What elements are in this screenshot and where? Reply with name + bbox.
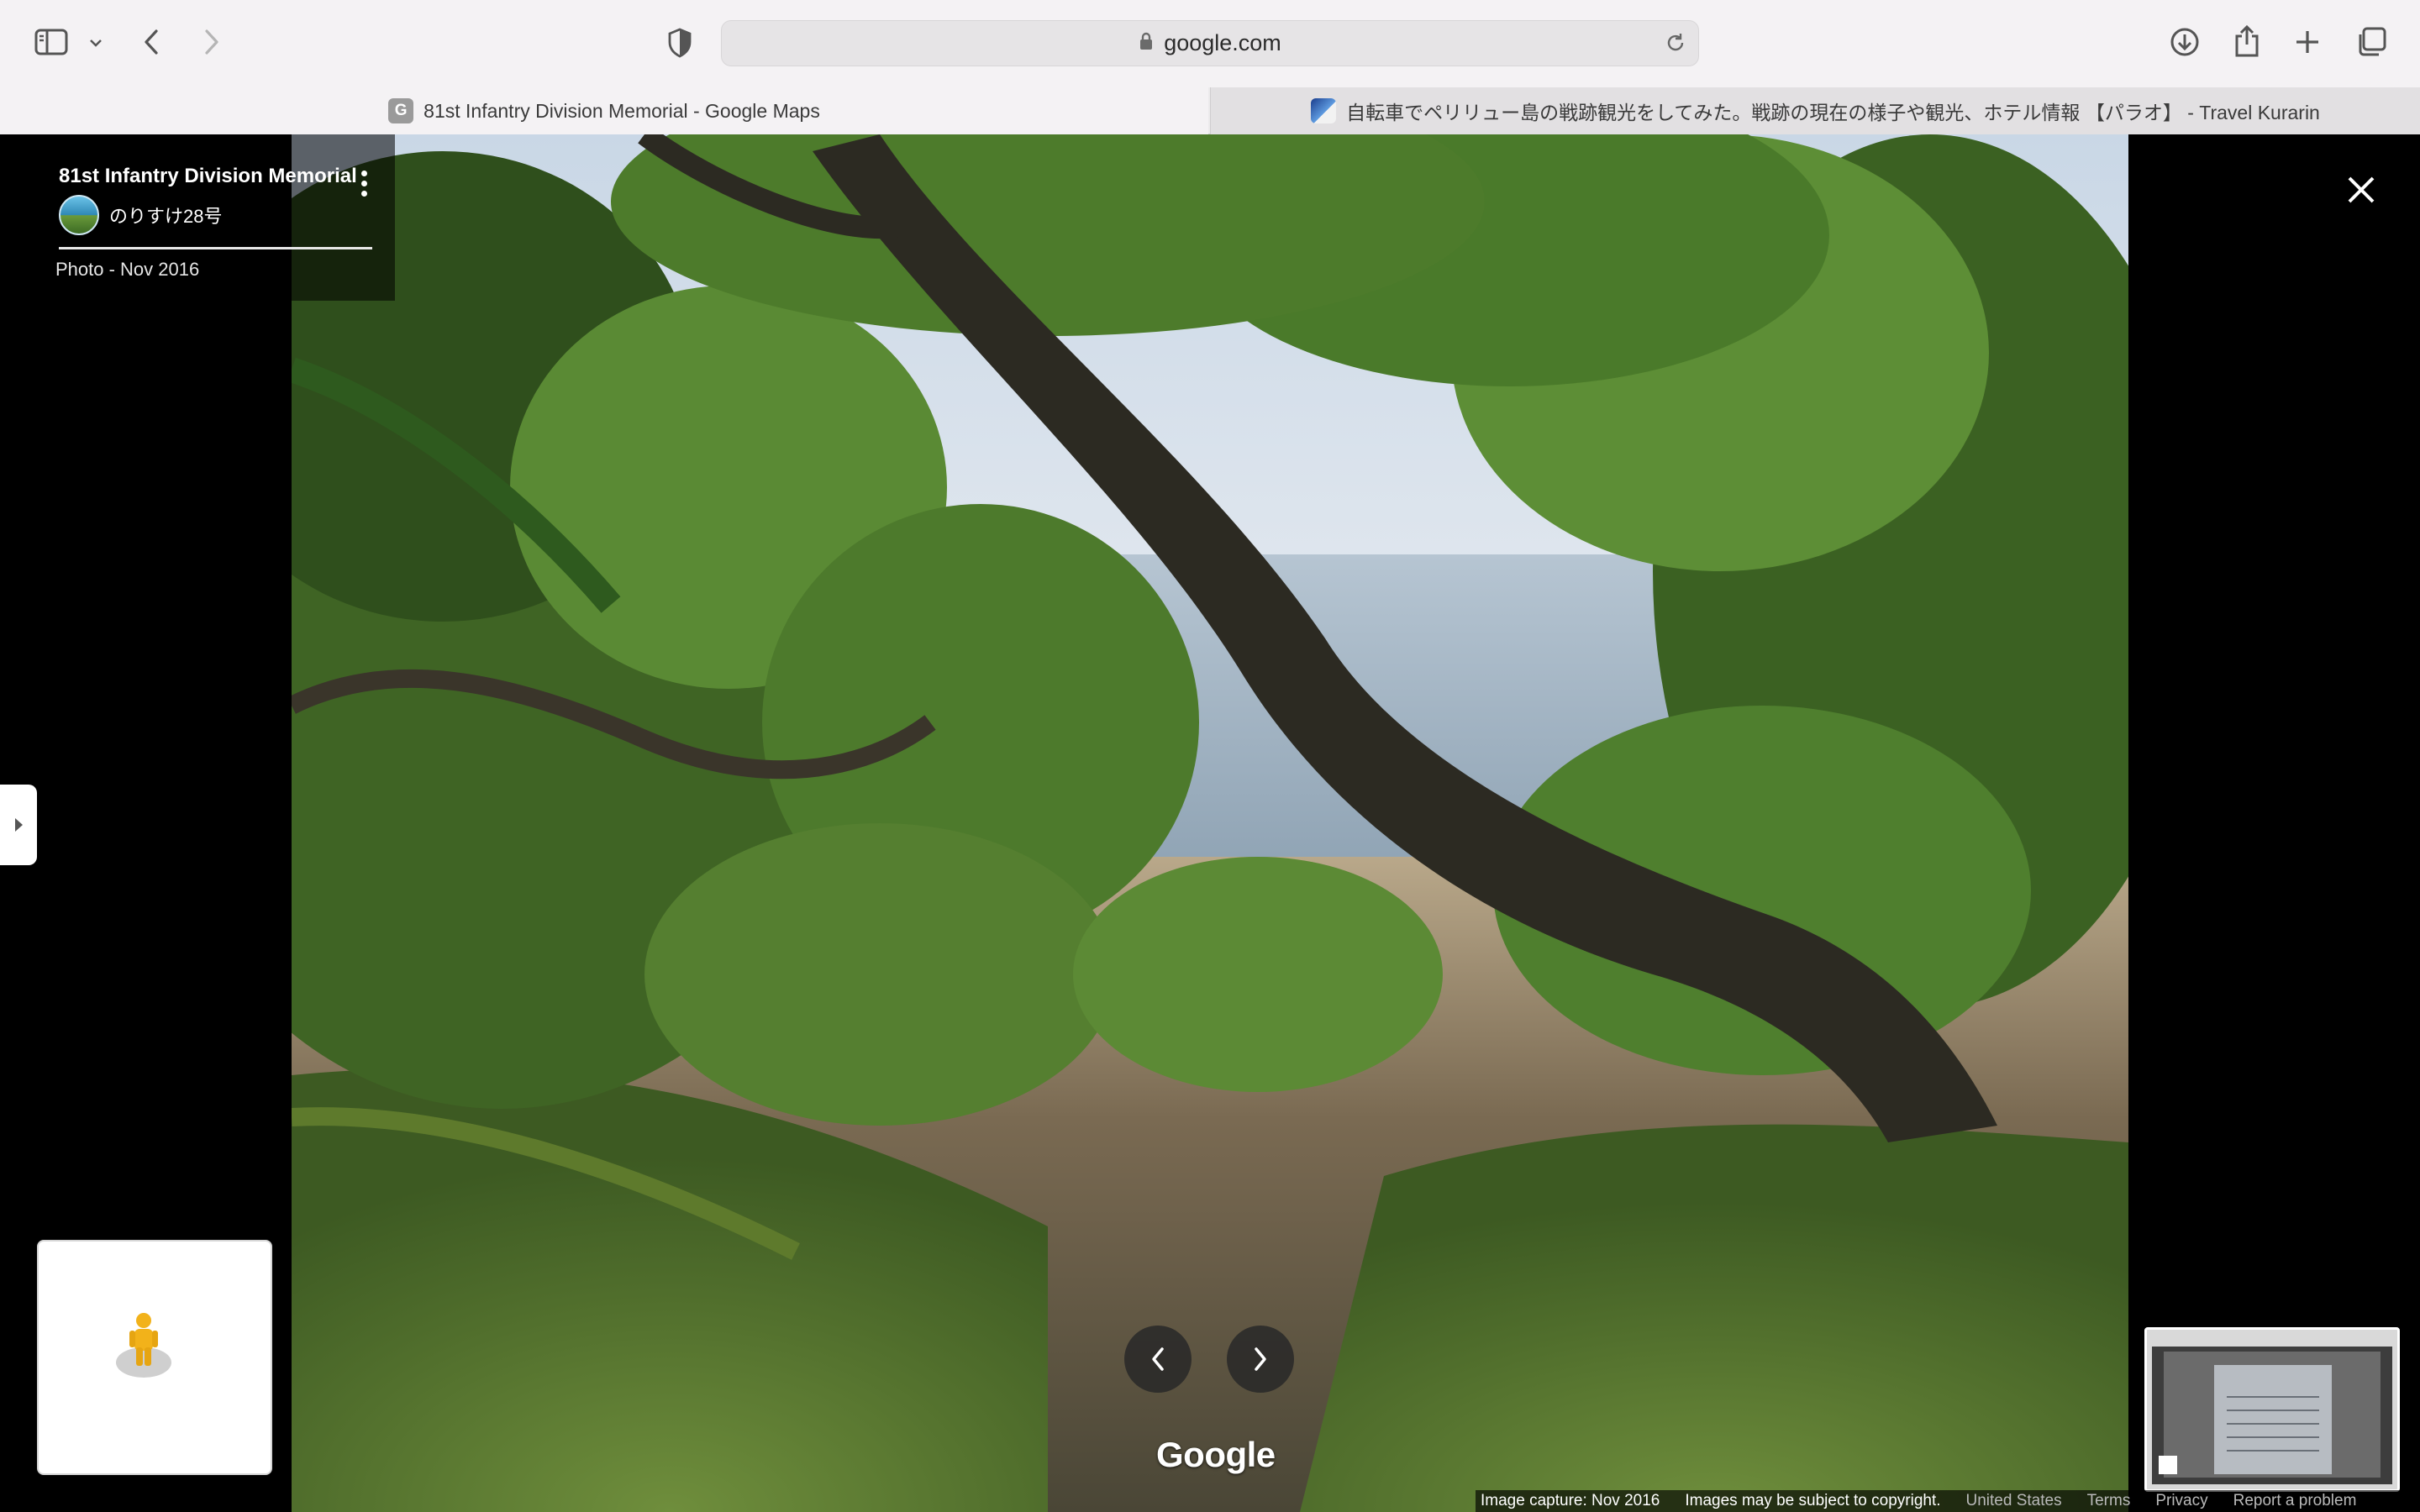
report-problem-link[interactable]: Report a problem [2233,1492,2357,1510]
info-divider [59,247,372,249]
close-button[interactable] [2344,173,2378,207]
more-options-icon[interactable] [351,165,376,202]
image-footer: Image capture: Nov 2016 Images may be su… [1476,1490,2420,1512]
caret-right-icon [15,818,23,832]
pegman-icon[interactable] [114,1309,173,1383]
tab-google-maps[interactable]: G 81st Infantry Division Memorial - Goog… [0,87,1208,134]
chevron-right-icon [1255,1347,1266,1371]
avatar[interactable] [59,195,99,235]
tabs-overview-icon[interactable] [2353,24,2390,60]
author-name[interactable]: のりすけ28号 [109,202,222,228]
shield-icon[interactable] [664,25,696,60]
url-text: google.com [1164,30,1281,55]
photo-viewer: 81st Infantry Division Memorial のりすけ28号 … [0,134,2420,1512]
place-title[interactable]: 81st Infantry Division Memorial [59,165,357,188]
travel-kurarin-favicon-icon [1311,98,1337,123]
lock-icon [1139,32,1154,55]
previous-photo-button[interactable] [1124,1326,1192,1393]
photo-date: Photo - Nov 2016 [55,259,200,280]
next-photo-button[interactable] [1227,1326,1294,1393]
google-favicon-icon: G [388,98,414,123]
forward-button[interactable] [195,24,229,60]
reload-icon[interactable] [1665,32,1686,58]
tab-title: 自転車でペリリュー島の戦跡観光をしてみた。戦跡の現在の様子や観光、ホテル情報 【… [1346,102,2320,123]
privacy-link[interactable]: Privacy [2155,1492,2207,1510]
google-logo: Google [1156,1435,1276,1474]
sidebar-icon[interactable] [32,25,71,59]
street-photo[interactable] [292,134,2128,1512]
image-capture-date: Image capture: Nov 2016 [1481,1492,1660,1509]
address-bar[interactable]: google.com [721,20,1699,66]
copyright-notice: Images may be subject to copyright. [1685,1492,1941,1509]
share-icon[interactable] [2228,22,2265,60]
expand-panel-button[interactable] [0,785,37,865]
close-icon [2348,176,2375,203]
terms-link[interactable]: Terms [2087,1492,2131,1510]
tab-title: 81st Infantry Division Memorial - Google… [424,99,820,122]
new-tab-button[interactable] [2291,25,2324,59]
tab-travel-kurarin[interactable]: 自転車でペリリュー島の戦跡観光をしてみた。戦跡の現在の様子や観光、ホテル情報 【… [1210,87,2420,134]
memorial-plaque-thumbnail[interactable] [2144,1327,2400,1492]
region-link[interactable]: United States [1966,1492,2062,1510]
download-icon[interactable] [2166,24,2203,60]
chevron-left-icon [1152,1347,1164,1371]
browser-toolbar: google.com [0,0,2420,87]
author-row[interactable]: のりすけ28号 [59,195,222,235]
photo-info-panel: 81st Infantry Division Memorial のりすけ28号 … [0,134,395,301]
chevron-down-icon[interactable] [84,32,108,54]
back-button[interactable] [134,24,168,60]
